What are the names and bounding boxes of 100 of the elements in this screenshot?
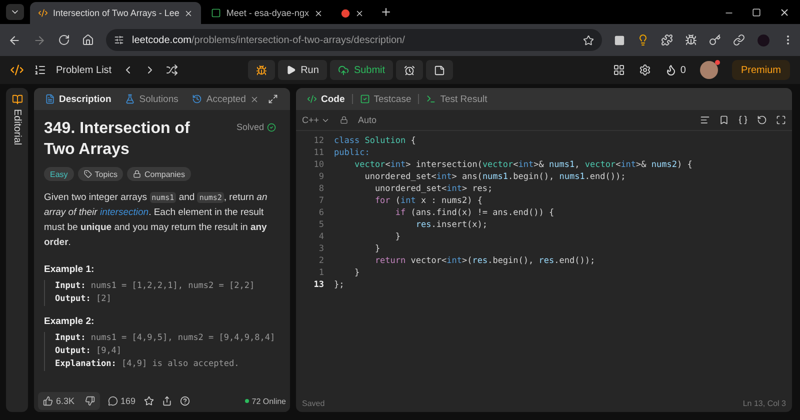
reset-icon[interactable]	[757, 115, 767, 125]
debug-button[interactable]	[248, 60, 275, 80]
cloud-upload-icon	[338, 64, 349, 76]
check-circle-icon	[267, 122, 276, 132]
timer-button[interactable]	[396, 60, 424, 80]
help-icon[interactable]	[180, 396, 190, 406]
record-icon	[340, 8, 350, 18]
panel-tab[interactable]: Accepted	[187, 88, 264, 110]
new-tab-icon[interactable]	[380, 6, 392, 18]
lock-icon	[133, 170, 142, 178]
list-icon[interactable]	[34, 64, 46, 76]
tag-chip: Easy	[44, 167, 74, 181]
site-settings-icon[interactable]	[114, 35, 124, 45]
link-icon[interactable]	[733, 34, 745, 46]
tag-chip[interactable]: Companies	[127, 167, 191, 181]
online-count: 72 Online	[244, 396, 286, 406]
tag-chip[interactable]: Topics	[78, 167, 124, 181]
shuffle-icon[interactable]	[166, 64, 178, 76]
example-line: Input: nums1 = [4,9,5], nums2 = [9,4,9,8,4]	[55, 332, 276, 345]
code-line: unordered_set<int> res;	[374, 183, 493, 195]
submit-button[interactable]: Submit	[330, 60, 394, 80]
format-icon[interactable]	[700, 115, 710, 125]
thumbs-down-icon	[84, 396, 95, 406]
forward-icon[interactable]	[33, 34, 46, 46]
panel-tab[interactable]: Description	[40, 88, 116, 110]
close-icon	[250, 94, 259, 104]
tag-icon	[84, 170, 92, 178]
bug-icon	[256, 64, 267, 76]
panel-tab[interactable]: Testcase	[354, 88, 416, 110]
comments-button[interactable]: 169	[108, 396, 136, 406]
cursor-position: Ln 13, Col 3	[742, 398, 786, 408]
browser-tab[interactable]: Intersection of Two Arrays - Lee	[30, 2, 202, 24]
reload-icon[interactable]	[58, 34, 70, 46]
problem-list-link[interactable]: Problem List	[56, 64, 112, 76]
example-title: Example 1:	[44, 264, 96, 275]
code-line: class Solution {	[334, 135, 416, 147]
terminal-icon	[426, 94, 436, 104]
line-number: 5	[318, 219, 325, 231]
maximize-icon[interactable]	[268, 94, 278, 104]
home-icon[interactable]	[82, 34, 94, 46]
flame-icon	[665, 64, 678, 76]
avatar[interactable]	[700, 61, 718, 79]
code-line: if (ans.find(x) != ans.end()) {	[394, 207, 554, 219]
line-number: 10	[312, 159, 325, 171]
panel-tab[interactable]: Code	[302, 88, 350, 110]
run-button[interactable]: Run	[278, 60, 327, 80]
problem-title: 349. Intersection of Two Arrays	[44, 119, 191, 160]
alarm-clock-icon	[404, 64, 416, 76]
example-line: Input: nums1 = [1,2,2,1], nums2 = [2,2]	[55, 280, 256, 293]
code-line: unordered_set<int> ans(nums1.begin(), nums1.end());	[364, 171, 626, 183]
code-line: public:	[334, 147, 370, 159]
history-icon	[192, 94, 202, 104]
close-icon[interactable]	[184, 8, 194, 18]
panel-tab[interactable]: Solutions	[120, 88, 184, 110]
code-line: }	[353, 267, 360, 279]
restore-icon[interactable]	[752, 7, 761, 18]
editorial-tab[interactable]: Editorial	[6, 88, 28, 412]
streak-counter[interactable]: 0	[665, 64, 686, 76]
line-number: 1	[318, 267, 325, 279]
favorite-icon[interactable]	[144, 396, 154, 406]
notes-button[interactable]	[426, 60, 454, 80]
fullscreen-icon[interactable]	[776, 115, 786, 125]
play-icon	[286, 65, 296, 75]
line-number: 8	[318, 183, 325, 195]
line-number: 7	[318, 195, 325, 207]
close-icon[interactable]	[779, 7, 790, 18]
braces-icon[interactable]	[738, 115, 748, 125]
premium-button[interactable]: Premium	[732, 60, 790, 80]
browser-tab[interactable]: Meet - esa-dyae-ngx	[203, 2, 331, 24]
key-icon[interactable]	[709, 34, 721, 46]
code-line: res.insert(x);	[414, 219, 488, 231]
logo-icon[interactable]	[10, 63, 24, 77]
settings-icon[interactable]	[639, 64, 652, 76]
book-icon	[12, 94, 22, 105]
puzzle-icon[interactable]	[661, 34, 673, 46]
close-icon[interactable]	[354, 8, 364, 18]
code-line: };	[334, 279, 344, 291]
code-line: return vector<int>(res.begin(), res.end());	[374, 255, 596, 267]
video-tab-icon	[211, 8, 222, 18]
panel-tab[interactable]: Test Result	[421, 88, 492, 110]
intersection-link[interactable]: intersection	[100, 207, 149, 218]
grid-icon[interactable]	[613, 64, 626, 76]
share-icon[interactable]	[162, 396, 172, 406]
language-select[interactable]: C++	[302, 115, 330, 125]
bookmark-star-icon[interactable]	[583, 34, 594, 46]
code-icon	[307, 94, 317, 104]
address-bar[interactable]: leetcode.com/problems/intersection-of-two-arrays/description/	[106, 29, 602, 51]
back-icon[interactable]	[8, 34, 21, 46]
document-icon	[45, 94, 55, 104]
close-icon[interactable]	[314, 8, 323, 18]
line-number: 12	[312, 135, 325, 147]
bookmark-icon[interactable]	[719, 115, 729, 125]
example-title: Example 2:	[44, 316, 96, 327]
comment-icon	[108, 396, 118, 406]
code-line: }	[394, 231, 401, 243]
notification-dot	[714, 60, 720, 65]
code-line: }	[374, 243, 380, 255]
lightbulb-icon[interactable]	[637, 34, 649, 46]
extension-icon[interactable]	[614, 34, 625, 46]
note-icon	[434, 64, 446, 76]
